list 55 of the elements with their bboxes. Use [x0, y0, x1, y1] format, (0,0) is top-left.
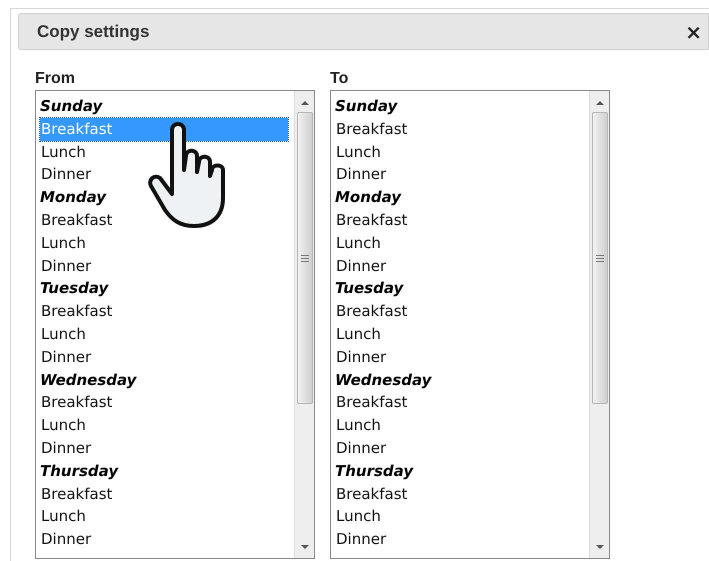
list-option[interactable]: Breakfast [40, 391, 288, 414]
scroll-up-icon[interactable] [300, 100, 310, 106]
group-label: Thursday [40, 460, 118, 482]
list-option[interactable]: Breakfast [40, 300, 288, 323]
scroll-up-icon[interactable] [594, 100, 604, 106]
list-option[interactable]: Dinner [40, 163, 288, 186]
list-option[interactable]: Lunch [40, 322, 288, 346]
scrollbar[interactable] [589, 91, 609, 558]
list-box[interactable]: Sunday Breakfast Lunch Dinner Monday Breakfast Lunch Dinner Tuesday Breakfast Lunch Dinner Wednesday Breakfast Lunch Dinner Thursday Breakfast Lunch Dinner [330, 90, 610, 559]
group-label: Wednesday [40, 370, 136, 391]
list-option[interactable]: Breakfast [40, 208, 288, 232]
dialog-title: Copy settings [37, 20, 150, 43]
list-option[interactable]: Dinner [335, 436, 583, 460]
group-label: Wednesday [335, 370, 432, 391]
list-option[interactable]: Dinner [335, 346, 583, 369]
list-option[interactable]: Breakfast [335, 300, 583, 323]
list-label: From [35, 70, 76, 88]
list-option[interactable]: Lunch [335, 232, 583, 255]
scroll-down-icon[interactable] [594, 544, 604, 550]
list-option[interactable]: Breakfast [335, 391, 583, 414]
scrollbar[interactable] [294, 91, 314, 558]
list-option[interactable]: Lunch [335, 505, 583, 528]
list-option[interactable]: Dinner [40, 346, 288, 369]
list-option[interactable]: Lunch [40, 140, 288, 164]
list-option[interactable]: Lunch [335, 322, 583, 346]
group-label: Monday [335, 187, 402, 208]
group-label: Sunday [335, 96, 398, 117]
list-option[interactable]: Lunch [335, 140, 583, 164]
list-option[interactable]: Dinner [40, 254, 288, 278]
group-label: Sunday [40, 96, 102, 117]
list-option[interactable]: Breakfast [335, 118, 583, 141]
list-option[interactable]: Dinner [335, 254, 583, 278]
list-box[interactable]: Sunday Breakfast Lunch Dinner Monday Breakfast Lunch Dinner Tuesday Breakfast Lunch Dinner Wednesday Breakfast Lunch Dinner Thursday Breakfast Lunch Dinner [35, 90, 315, 559]
close-button[interactable]: × [685, 22, 702, 42]
group-label: Tuesday [40, 278, 108, 300]
grip-icon [300, 254, 308, 262]
list-option[interactable]: Dinner [335, 528, 583, 551]
list-option[interactable]: Lunch [40, 232, 288, 255]
list-option[interactable]: Lunch [40, 505, 288, 528]
scroll-thumb[interactable] [592, 112, 608, 404]
scroll-thumb[interactable] [296, 112, 312, 404]
list-option[interactable]: Dinner [40, 436, 288, 460]
list-label: To [330, 70, 350, 88]
list-option[interactable]: Dinner [40, 528, 288, 551]
grip-icon [596, 254, 604, 262]
list-option[interactable]: Lunch [40, 414, 288, 437]
group-label: Thursday [335, 460, 414, 482]
list-option[interactable]: Breakfast [335, 482, 583, 506]
list-option[interactable]: Breakfast [335, 208, 583, 232]
group-label: Tuesday [335, 278, 404, 300]
list-option[interactable]: Breakfast [40, 482, 288, 506]
group-label: Monday [40, 187, 106, 208]
scroll-down-icon[interactable] [300, 544, 310, 550]
list-option[interactable]: Dinner [335, 163, 583, 186]
list-option[interactable]: Lunch [335, 414, 583, 437]
